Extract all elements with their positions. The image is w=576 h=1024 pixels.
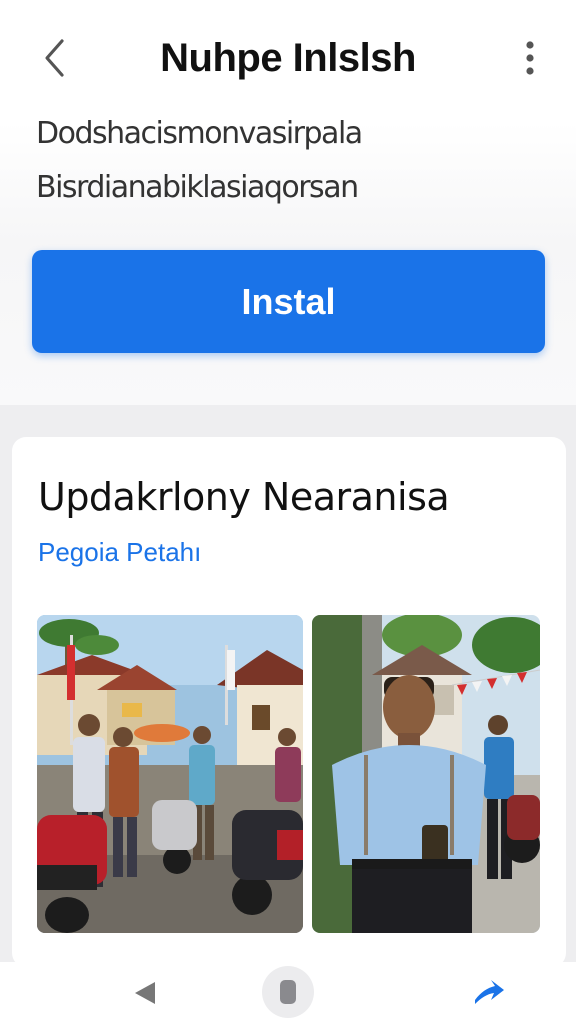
card-title: Updakrlony Nearanisa xyxy=(38,475,450,519)
chevron-left-icon xyxy=(45,39,64,77)
street-scene-photo[interactable] xyxy=(37,615,303,933)
more-vert-icon xyxy=(526,41,534,75)
forward-arrow-icon xyxy=(475,980,504,1004)
description-line-2: Bisrdianabiklasiaqorsan xyxy=(36,170,359,205)
overflow-menu-button[interactable] xyxy=(512,34,548,82)
man-portrait-photo[interactable] xyxy=(312,615,540,933)
back-button[interactable] xyxy=(34,34,76,82)
install-button[interactable]: Instal xyxy=(32,250,545,353)
bottom-navigation xyxy=(0,962,576,1024)
page-title: Nuhpe Inlslsh xyxy=(160,36,416,80)
nav-forward-button[interactable] xyxy=(470,976,506,1010)
street-scene-illustration xyxy=(37,615,303,933)
app-bar: Nuhpe Inlslsh xyxy=(0,20,576,96)
card-link[interactable]: Pegoia Petahı xyxy=(38,537,201,568)
man-portrait-illustration xyxy=(312,615,540,933)
nav-back-button[interactable] xyxy=(130,978,160,1008)
nav-home-button[interactable] xyxy=(262,966,314,1018)
description-line-1: Dodshacismonvasirpala xyxy=(36,116,363,151)
triangle-back-icon xyxy=(135,982,155,1004)
home-pill-icon xyxy=(280,980,296,1004)
update-card: Updakrlony Nearanisa Pegoia Petahı xyxy=(12,437,566,967)
